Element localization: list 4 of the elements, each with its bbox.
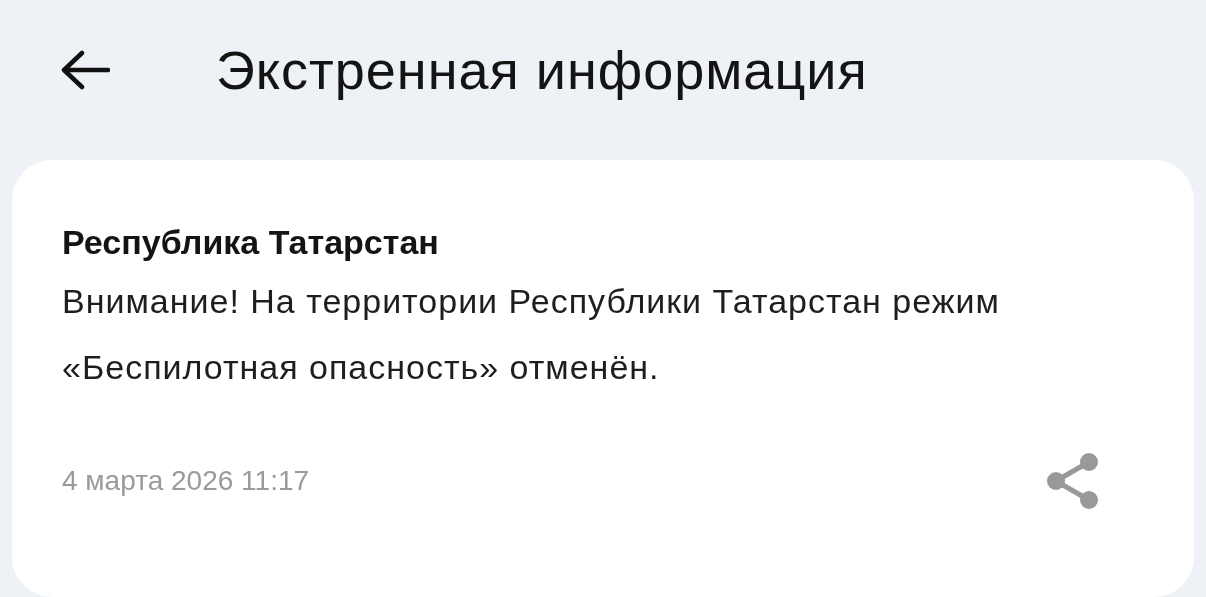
region-title: Республика Татарстан [62, 222, 440, 262]
alert-message: Внимание! На территории Республики Татарстан режим «Беспилотная опасность» отменён. [62, 281, 1001, 388]
back-arrow-icon [60, 50, 110, 90]
alert-date: 4 марта 2026 11:17 [62, 464, 310, 498]
